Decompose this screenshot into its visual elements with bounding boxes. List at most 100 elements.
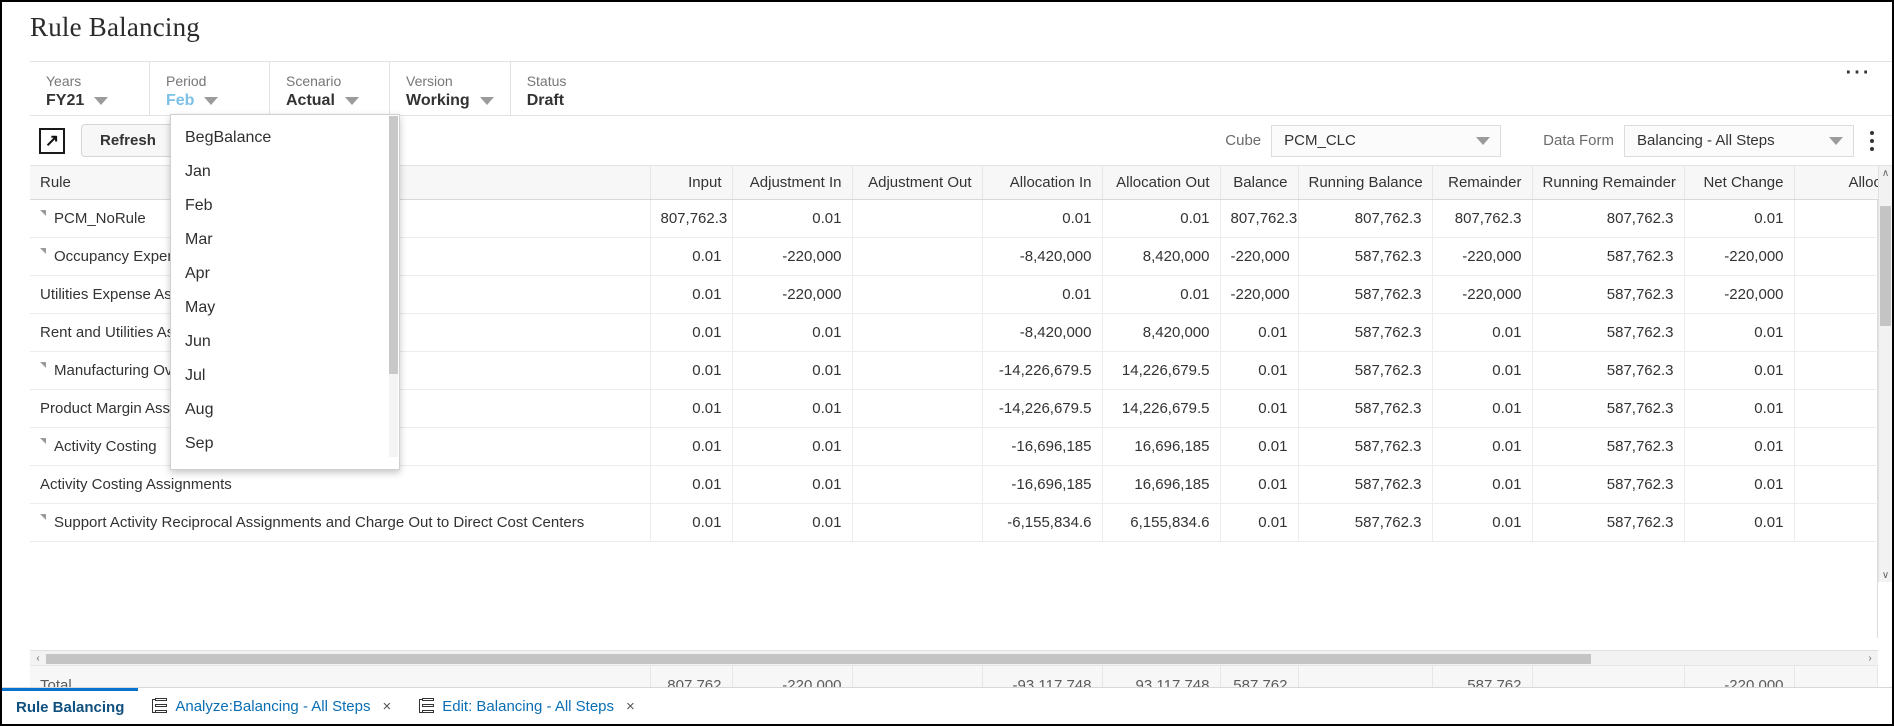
- grid-cell[interactable]: 587,762.3: [1298, 503, 1433, 542]
- grid-cell[interactable]: 0.01: [650, 503, 733, 542]
- close-icon[interactable]: ×: [626, 698, 635, 715]
- grid-column-header[interactable]: Adjustment In: [732, 166, 853, 200]
- grid-horizontal-scrollbar[interactable]: ‹ ›: [30, 650, 1878, 666]
- table-row[interactable]: Support Activity Reciprocal Assignments …: [30, 503, 1892, 542]
- chevron-down-icon[interactable]: [344, 97, 359, 105]
- chevron-down-icon[interactable]: [94, 97, 109, 105]
- grid-cell[interactable]: 0.01: [650, 237, 733, 276]
- grid-cell[interactable]: 587,762.3: [1532, 313, 1685, 352]
- grid-cell[interactable]: 0.01: [1684, 199, 1795, 238]
- grid-cell[interactable]: -6,155,834.6: [982, 503, 1103, 542]
- scroll-down-icon[interactable]: ∨: [1879, 568, 1892, 582]
- grid-cell[interactable]: 0.01: [732, 313, 853, 352]
- dropdown-scrollbar[interactable]: [389, 116, 398, 457]
- grid-cell[interactable]: 587,762.3: [1298, 389, 1433, 428]
- period-option-jul[interactable]: Jul: [171, 359, 399, 393]
- period-option-mar[interactable]: Mar: [171, 223, 399, 257]
- refresh-button[interactable]: Refresh: [81, 124, 175, 157]
- grid-cell[interactable]: 0.01: [982, 199, 1103, 238]
- grid-column-header[interactable]: Adjustment Out: [852, 166, 983, 200]
- period-option-jun[interactable]: Jun: [171, 325, 399, 359]
- grid-cell[interactable]: 587,762.3: [1298, 465, 1433, 504]
- grid-cell[interactable]: 0.01: [1220, 427, 1299, 466]
- grid-cell[interactable]: 0.01: [650, 465, 733, 504]
- grid-cell[interactable]: [852, 427, 983, 466]
- grid-cell[interactable]: 0.01: [1220, 503, 1299, 542]
- pov-dimension-years[interactable]: Years FY21: [30, 62, 150, 115]
- period-option-aug[interactable]: Aug: [171, 393, 399, 427]
- grid-cell[interactable]: [852, 237, 983, 276]
- cube-select[interactable]: PCM_CLC: [1271, 124, 1502, 157]
- grid-column-header[interactable]: Remainder: [1432, 166, 1533, 200]
- grid-cell[interactable]: 14,226,679.5: [1102, 351, 1221, 390]
- expand-triangle-icon[interactable]: [40, 362, 46, 374]
- grid-cell[interactable]: 587,762.3: [1298, 275, 1433, 314]
- scroll-left-icon[interactable]: ‹: [30, 653, 46, 664]
- scroll-up-icon[interactable]: ∧: [1879, 166, 1892, 180]
- grid-cell[interactable]: 0.01: [732, 427, 853, 466]
- grid-cell[interactable]: 0.01: [1684, 351, 1795, 390]
- grid-cell[interactable]: 0.01: [982, 275, 1103, 314]
- grid-cell[interactable]: [852, 199, 983, 238]
- data-form-select[interactable]: Balancing - All Steps: [1624, 124, 1854, 157]
- chevron-down-icon[interactable]: [479, 97, 494, 105]
- grid-cell[interactable]: -220,000: [1432, 275, 1533, 314]
- grid-cell[interactable]: 0.01: [732, 389, 853, 428]
- rule-name-cell[interactable]: Support Activity Reciprocal Assignments …: [30, 503, 651, 542]
- grid-cell[interactable]: -220,000: [1432, 237, 1533, 276]
- grid-cell[interactable]: 16,696,185: [1102, 465, 1221, 504]
- grid-cell[interactable]: 587,762.3: [1532, 427, 1685, 466]
- grid-cell[interactable]: 0.01: [650, 427, 733, 466]
- grid-cell[interactable]: -220,000: [1220, 275, 1299, 314]
- grid-cell[interactable]: 807,762.3: [1532, 199, 1685, 238]
- grid-cell[interactable]: 0.01: [650, 313, 733, 352]
- grid-cell[interactable]: 0.01: [1102, 199, 1221, 238]
- grid-cell[interactable]: 0.01: [1684, 465, 1795, 504]
- period-option-jan[interactable]: Jan: [171, 155, 399, 189]
- chevron-down-icon[interactable]: [204, 97, 219, 105]
- grid-cell[interactable]: -14,226,679.5: [982, 389, 1103, 428]
- grid-cell[interactable]: 0.01: [1220, 389, 1299, 428]
- grid-cell[interactable]: 0.01: [732, 351, 853, 390]
- dropdown-scroll-thumb[interactable]: [389, 116, 398, 374]
- grid-vertical-scrollbar[interactable]: ∧ ∨: [1878, 166, 1892, 582]
- period-option-feb[interactable]: Feb: [171, 189, 399, 223]
- grid-cell[interactable]: 0.01: [650, 275, 733, 314]
- grid-cell[interactable]: 587,762.3: [1532, 465, 1685, 504]
- grid-column-header[interactable]: Running Remainder: [1532, 166, 1685, 200]
- grid-cell[interactable]: 587,762.3: [1298, 237, 1433, 276]
- grid-cell[interactable]: 0.01: [650, 351, 733, 390]
- grid-cell[interactable]: 0.01: [1432, 389, 1533, 428]
- grid-cell[interactable]: 0.01: [732, 503, 853, 542]
- grid-cell[interactable]: -220,000: [732, 237, 853, 276]
- grid-cell[interactable]: 807,762.3: [1220, 199, 1299, 238]
- grid-column-header[interactable]: Allocation In: [982, 166, 1103, 200]
- pov-dimension-period[interactable]: Period Feb: [150, 62, 270, 115]
- grid-cell[interactable]: -16,696,185: [982, 427, 1103, 466]
- grid-cell[interactable]: 0.01: [1432, 503, 1533, 542]
- grid-cell[interactable]: 0.01: [1684, 503, 1795, 542]
- grid-cell[interactable]: 587,762.3: [1532, 237, 1685, 276]
- period-option-sep[interactable]: Sep: [171, 427, 399, 461]
- grid-cell[interactable]: -220,000: [1220, 237, 1299, 276]
- grid-cell[interactable]: [852, 389, 983, 428]
- expand-triangle-icon[interactable]: [40, 248, 46, 260]
- grid-cell[interactable]: 0.01: [650, 389, 733, 428]
- grid-cell[interactable]: -220,000: [1684, 237, 1795, 276]
- grid-cell[interactable]: -220,000: [1684, 275, 1795, 314]
- horizontal-scroll-track[interactable]: [46, 653, 1862, 665]
- rule-name-cell[interactable]: Activity Costing Assignments: [30, 465, 651, 504]
- grid-cell[interactable]: 587,762.3: [1298, 427, 1433, 466]
- period-dropdown-menu[interactable]: BegBalance Jan Feb Mar Apr May Jun Jul Aug Sep: [170, 114, 400, 470]
- expand-triangle-icon[interactable]: [40, 514, 46, 526]
- grid-column-header[interactable]: Running Balance: [1298, 166, 1433, 200]
- tab-rule-balancing[interactable]: Rule Balancing: [2, 687, 139, 724]
- grid-cell[interactable]: 0.01: [1220, 465, 1299, 504]
- grid-cell[interactable]: 587,762.3: [1532, 389, 1685, 428]
- tab-edit-balancing-all-steps[interactable]: Edit: Balancing - All Steps ×: [405, 688, 649, 724]
- expand-triangle-icon[interactable]: [40, 438, 46, 450]
- pov-dimension-scenario[interactable]: Scenario Actual: [270, 62, 390, 115]
- grid-cell[interactable]: 587,762.3: [1298, 313, 1433, 352]
- grid-column-header[interactable]: Net Change: [1684, 166, 1795, 200]
- grid-cell[interactable]: 0.01: [1432, 427, 1533, 466]
